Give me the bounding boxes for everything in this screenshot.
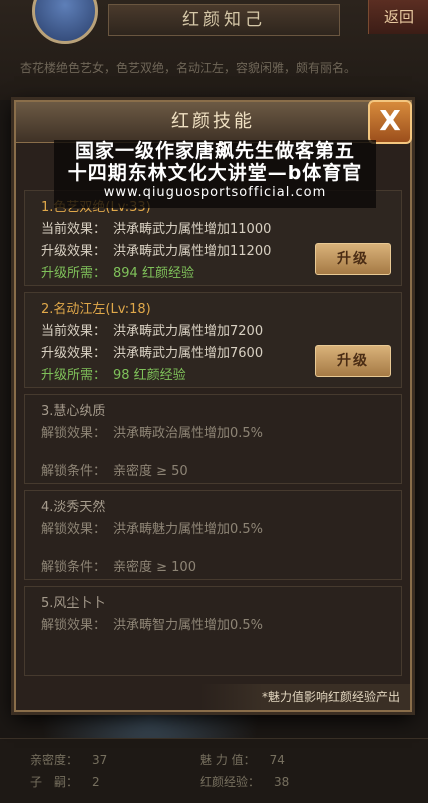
- upgrade-button[interactable]: 升级: [315, 243, 391, 275]
- skill-name: 4.淡秀天然: [41, 500, 106, 515]
- skill-name: 2.名动江左(Lv:18): [41, 302, 151, 317]
- skill-name: 5.风尘卜卜: [41, 596, 106, 611]
- skill-list[interactable]: 1.色艺双绝(Lv:33) 当前效果：洪承畴武力属性增加11000 升级效果：洪…: [24, 190, 402, 690]
- skill-item: 2.名动江左(Lv:18) 当前效果： 洪承畴武力属性增加7200 升级效果： 洪承…: [24, 292, 402, 388]
- unlock-condition: 解锁条件： 亲密度 ≥ 100: [41, 560, 196, 575]
- stat-charm: 魅 力 值： 74: [200, 753, 285, 767]
- stat-heirs: 子 嗣： 2: [30, 775, 100, 789]
- unlock-effect: 解锁效果： 洪承畴政治属性增加0.5%: [41, 426, 264, 441]
- modal-header: 红颜技能: [16, 102, 410, 143]
- background-description: 杏花楼绝色艺女，色艺双绝，名动江左，容貌闲雅，颇有丽名。: [20, 61, 357, 75]
- stat-beauty-exp: 红颜经验： 38: [200, 775, 290, 789]
- stat-intimacy: 亲密度： 37: [30, 753, 108, 767]
- charm-tip: *魅力值影响红颜经验产出: [200, 684, 410, 710]
- watermark-line-2: 十四期东林文化大讲堂—b体育官: [67, 162, 363, 184]
- close-icon[interactable]: X: [368, 100, 412, 144]
- unlock-effect: 解锁效果： 洪承畴智力属性增加0.5%: [41, 618, 264, 633]
- skill-name: 3.慧心纨质: [41, 404, 106, 419]
- skill-item-locked: 4.淡秀天然 解锁效果： 洪承畴魅力属性增加0.5% 解锁条件： 亲密度 ≥ 100: [24, 490, 402, 580]
- unlock-condition: 解锁条件： 亲密度 ≥ 50: [41, 464, 188, 479]
- current-effect: 当前效果： 洪承畴武力属性增加7200: [41, 324, 264, 339]
- upgrade-button[interactable]: 升级: [315, 345, 391, 377]
- watermark: 国家一级作家唐飙先生做客第五 十四期东林文化大讲堂—b体育官 www.qiugu…: [54, 140, 376, 208]
- back-button[interactable]: 返回: [368, 0, 428, 34]
- current-effect: 当前效果： 洪承畴武力属性增加11000: [41, 222, 272, 237]
- unlock-effect: 解锁效果： 洪承畴魅力属性增加0.5%: [41, 522, 264, 537]
- modal-title: 红颜技能: [171, 111, 255, 132]
- skill-item-locked: 5.风尘卜卜 解锁效果： 洪承畴智力属性增加0.5%: [24, 586, 402, 676]
- background-title: 红颜知己: [108, 4, 340, 36]
- watermark-line-1: 国家一级作家唐飙先生做客第五: [74, 140, 355, 162]
- watermark-url: www.qiuguosportsofficial.com: [103, 185, 327, 200]
- skill-item-locked: 3.慧心纨质 解锁效果： 洪承畴政治属性增加0.5% 解锁条件： 亲密度 ≥ 50: [24, 394, 402, 484]
- background-stats-panel: 亲密度： 37 魅 力 值： 74 子 嗣： 2 红颜经验： 38: [0, 738, 428, 803]
